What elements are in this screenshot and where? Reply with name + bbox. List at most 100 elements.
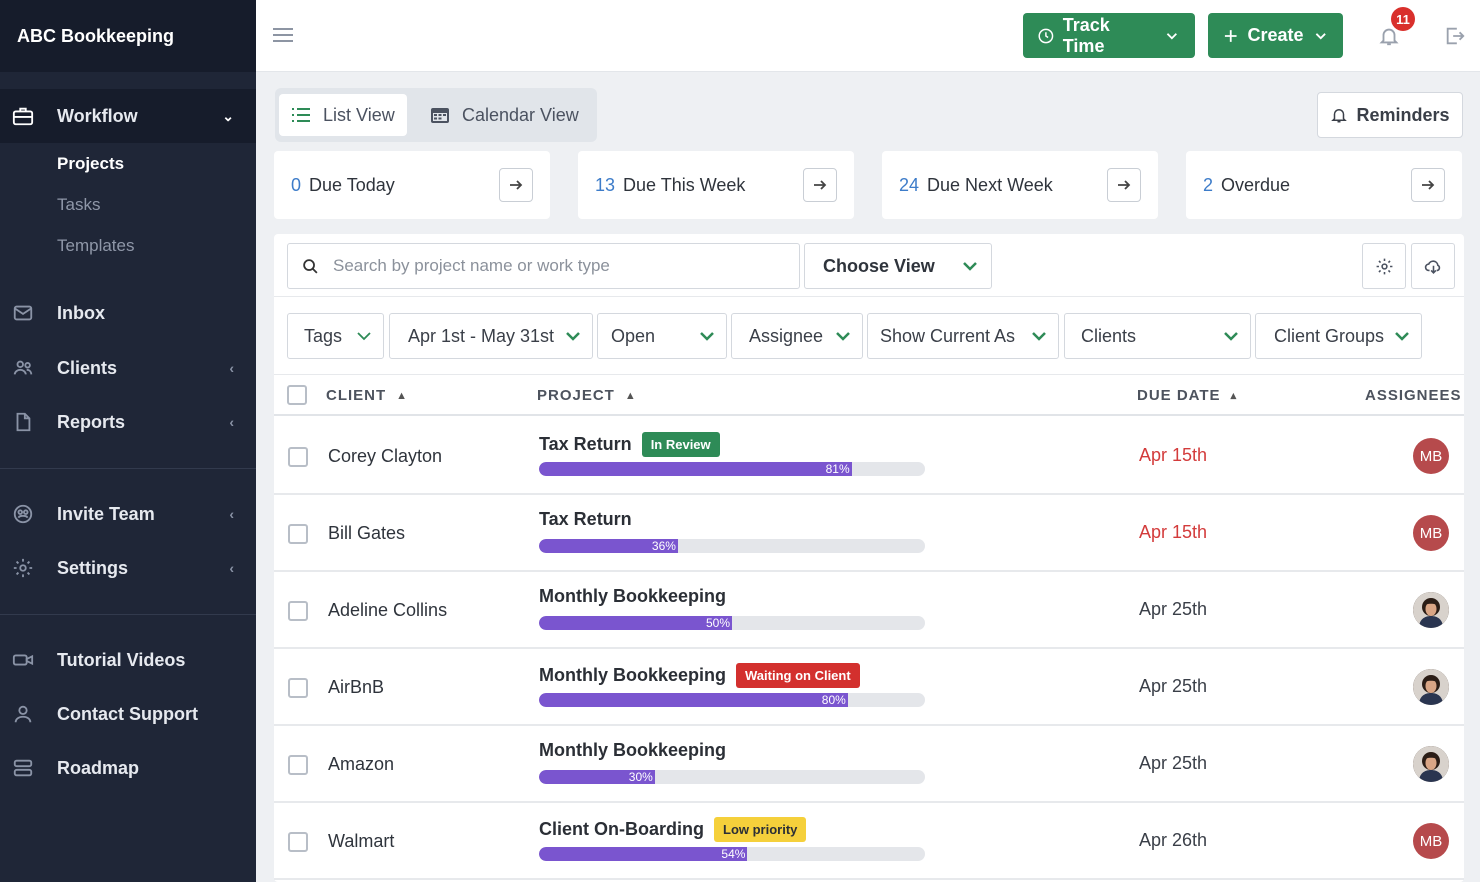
sidebar-item-inbox[interactable]: Inbox: [0, 286, 256, 340]
client-name[interactable]: Adeline Collins: [328, 600, 447, 621]
filter-show-current-as[interactable]: Show Current As: [867, 313, 1059, 359]
sidebar-item-workflow[interactable]: Workflow ⌄: [0, 89, 256, 143]
project-cell[interactable]: Monthly Bookkeeping: [539, 740, 726, 761]
row-checkbox[interactable]: [288, 524, 308, 544]
brand-title: ABC Bookkeeping: [0, 0, 256, 72]
chevron-left-icon: ‹: [229, 506, 234, 522]
client-name[interactable]: Walmart: [328, 831, 394, 852]
filter-client-groups[interactable]: Client Groups: [1255, 313, 1422, 359]
create-button[interactable]: Create: [1208, 13, 1343, 58]
arrow-right-icon[interactable]: [1107, 168, 1141, 202]
sidebar-subitem-projects[interactable]: Projects: [57, 154, 124, 174]
table-row[interactable]: Amazon Monthly Bookkeeping 30% Apr 25th: [274, 726, 1464, 803]
avatar[interactable]: MB: [1413, 823, 1449, 859]
row-checkbox[interactable]: [288, 832, 308, 852]
table-row[interactable]: Bill Gates Tax Return 36% Apr 15th MB: [274, 495, 1464, 572]
hamburger-menu-icon[interactable]: [273, 26, 293, 44]
project-name[interactable]: Tax Return: [539, 434, 632, 455]
row-checkbox[interactable]: [288, 678, 308, 698]
sidebar-subitem-tasks[interactable]: Tasks: [57, 195, 100, 215]
filter-tags[interactable]: Tags: [287, 313, 384, 359]
sidebar-item-invite-team[interactable]: Invite Team ‹: [0, 487, 256, 541]
download-button[interactable]: [1411, 243, 1455, 289]
sidebar-item-tutorial-videos[interactable]: Tutorial Videos: [0, 633, 256, 687]
filter-assignee[interactable]: Assignee: [731, 313, 863, 359]
column-header-due-date[interactable]: DUE DATE ▴: [1137, 387, 1237, 404]
due-date: Apr 25th: [1139, 676, 1208, 696]
table-row[interactable]: AirBnB Monthly Bookkeeping Waiting on Clie…: [274, 649, 1464, 726]
select-all-checkbox[interactable]: [287, 385, 307, 405]
choose-view-dropdown[interactable]: Choose View: [804, 243, 992, 289]
arrow-right-icon[interactable]: [803, 168, 837, 202]
row-checkbox[interactable]: [288, 447, 308, 467]
stat-label: Due Next Week: [927, 174, 1053, 195]
team-icon: [13, 504, 33, 524]
sort-icon: ▲︎: [624, 389, 637, 402]
table-row[interactable]: Walmart Client On-Boarding Low priority 54%…: [274, 803, 1464, 880]
sidebar-item-clients[interactable]: Clients ‹: [0, 341, 256, 395]
filter-date-range[interactable]: Apr 1st - May 31st: [389, 313, 593, 359]
sidebar-item-contact-support[interactable]: Contact Support: [0, 687, 256, 741]
status-badge: Waiting on Client: [736, 663, 860, 688]
project-name[interactable]: Tax Return: [539, 509, 632, 530]
client-name[interactable]: AirBnB: [328, 677, 384, 698]
project-cell[interactable]: Monthly Bookkeeping Waiting on Client: [539, 663, 860, 688]
stat-card-due-this-week[interactable]: 13 Due This Week: [578, 151, 854, 219]
project-cell[interactable]: Monthly Bookkeeping: [539, 586, 726, 607]
project-cell[interactable]: Client On-Boarding Low priority: [539, 817, 807, 842]
filter-status[interactable]: Open: [597, 313, 727, 359]
due-date: Apr 25th: [1139, 753, 1208, 773]
client-name[interactable]: Amazon: [328, 754, 394, 775]
project-cell[interactable]: Tax Return In Review: [539, 432, 720, 457]
stat-card-due-next-week[interactable]: 24 Due Next Week: [882, 151, 1158, 219]
sidebar-item-label: Inbox: [57, 302, 105, 323]
settings-button[interactable]: [1362, 243, 1406, 289]
reminders-button[interactable]: Reminders: [1317, 92, 1463, 138]
client-name[interactable]: Bill Gates: [328, 523, 405, 544]
avatar[interactable]: MB: [1413, 515, 1449, 551]
inbox-icon: [13, 305, 33, 321]
avatar[interactable]: MB: [1413, 438, 1449, 474]
sidebar-subitem-templates[interactable]: Templates: [57, 236, 134, 256]
sidebar-item-roadmap[interactable]: Roadmap: [0, 741, 256, 795]
arrow-right-icon[interactable]: [499, 168, 533, 202]
avatar-photo[interactable]: [1413, 746, 1449, 782]
cloud-download-icon: [1424, 259, 1440, 274]
search-input[interactable]: [333, 256, 773, 276]
track-time-button[interactable]: Track Time: [1023, 13, 1195, 58]
chevron-down-icon: [1224, 331, 1238, 341]
column-header-project[interactable]: PROJECT ▲︎: [537, 387, 637, 404]
column-header-client[interactable]: CLIENT ▲︎: [326, 387, 408, 404]
sidebar-item-reports[interactable]: Reports ‹: [0, 395, 256, 449]
filter-clients[interactable]: Clients: [1064, 313, 1251, 359]
progress-fill: 81%: [539, 462, 852, 476]
sidebar-item-label: Contact Support: [57, 703, 198, 724]
list-view-button[interactable]: List View: [279, 94, 407, 136]
row-checkbox[interactable]: [288, 755, 308, 775]
avatar-photo[interactable]: [1413, 592, 1449, 628]
chevron-left-icon: ‹: [229, 414, 234, 430]
chevron-left-icon: ‹: [229, 360, 234, 376]
project-cell[interactable]: Tax Return: [539, 509, 632, 530]
row-checkbox[interactable]: [288, 601, 308, 621]
project-name[interactable]: Monthly Bookkeeping: [539, 740, 726, 761]
project-name[interactable]: Monthly Bookkeeping: [539, 586, 726, 607]
topbar: Track Time Create 11: [256, 0, 1480, 72]
column-header-label: ASSIGNEES: [1365, 387, 1462, 404]
notification-count-badge: 11: [1391, 7, 1415, 31]
project-name[interactable]: Monthly Bookkeeping: [539, 665, 726, 686]
stat-card-due-today[interactable]: 0 Due Today: [274, 151, 550, 219]
client-name[interactable]: Corey Clayton: [328, 446, 442, 467]
status-badge: In Review: [641, 432, 720, 457]
stat-card-overdue[interactable]: 2 Overdue: [1186, 151, 1462, 219]
avatar-photo[interactable]: [1413, 669, 1449, 705]
calendar-view-button[interactable]: Calendar View: [418, 94, 591, 136]
arrow-right-icon[interactable]: [1411, 168, 1445, 202]
table-row[interactable]: Adeline Collins Monthly Bookkeeping 50% Apr…: [274, 572, 1464, 649]
table-row[interactable]: Corey Clayton Tax Return In Review 81% Apr 1…: [274, 418, 1464, 495]
chevron-down-icon: [963, 261, 977, 271]
project-name[interactable]: Client On-Boarding: [539, 819, 704, 840]
sidebar-item-settings[interactable]: Settings ‹: [0, 541, 256, 595]
logout-icon[interactable]: [1444, 25, 1466, 47]
stat-count: 0: [291, 174, 302, 195]
